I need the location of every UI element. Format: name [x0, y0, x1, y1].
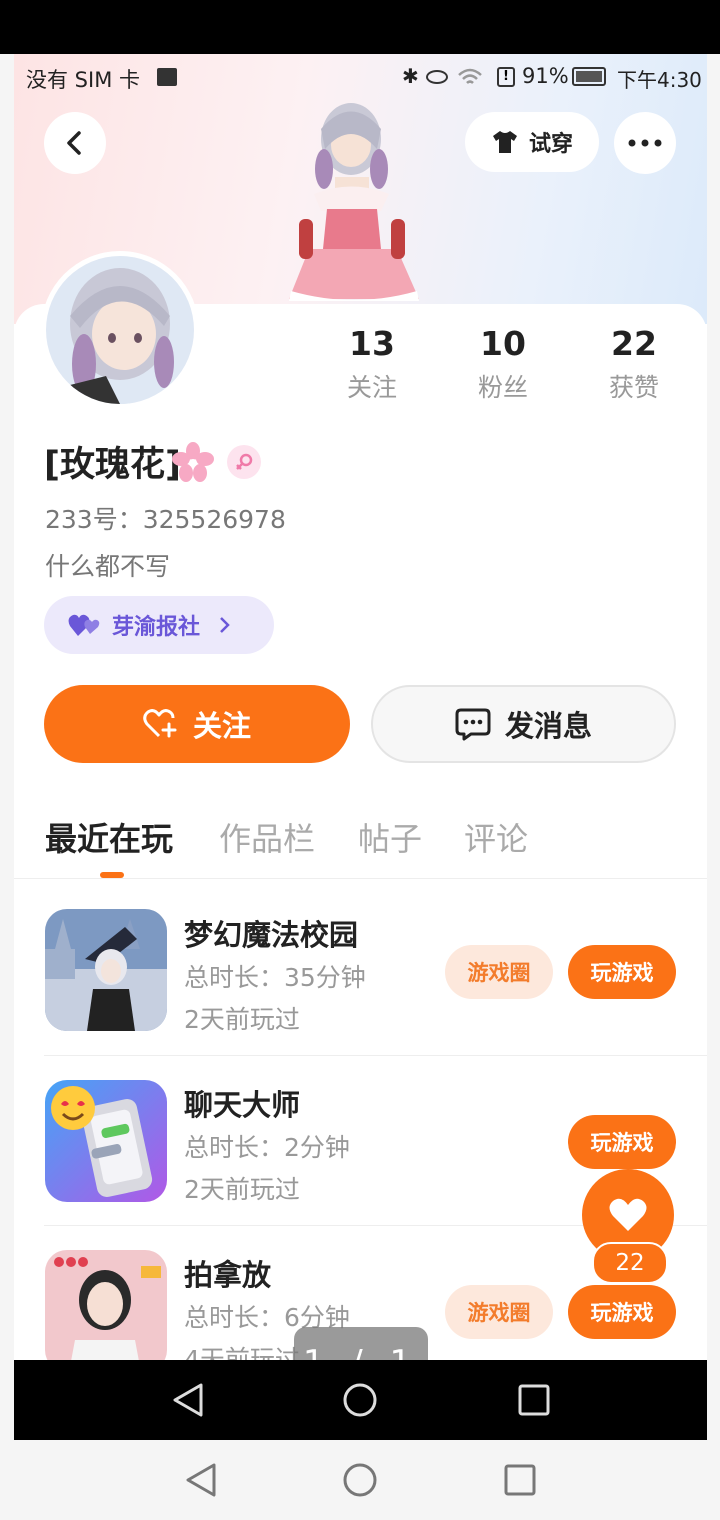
recents-square-icon[interactable] [503, 1463, 537, 1497]
game-title: 聊天大师 [184, 1088, 301, 1122]
battery-icon [572, 67, 606, 86]
chat-bubble-icon [455, 708, 491, 741]
avatar[interactable] [46, 256, 194, 404]
heart-plus-icon [143, 709, 177, 738]
game-last-played: 2天前玩过 [184, 1175, 300, 1204]
wifi-icon [458, 68, 482, 84]
more-button[interactable] [614, 112, 676, 174]
try-on-label: 试穿 [528, 132, 573, 157]
inner-navigation-bar [14, 1360, 707, 1440]
alert-icon: ! [497, 67, 515, 87]
eye-comfort-icon [426, 70, 448, 84]
like-count-badge: 22 [592, 1242, 668, 1284]
game-row[interactable]: 梦幻魔法校园 总时长：35分钟 2天前玩过 游戏圈 玩游戏 [44, 908, 707, 1078]
club-name: 芽渝报社 [112, 615, 201, 640]
female-gender-icon [227, 445, 261, 479]
game-title: 梦幻魔法校园 [184, 918, 359, 952]
app-screen: 没有 SIM 卡 ✱ ! 91% 下午4:30 试穿 13 关注 10 粉丝 2… [14, 54, 707, 1360]
back-triangle-icon[interactable] [184, 1462, 218, 1498]
top-black-bar [0, 0, 720, 54]
user-id: 233号：325526978 [45, 505, 286, 534]
fans-label[interactable]: 粉丝 [448, 368, 558, 404]
carrier-text: 没有 SIM 卡 [26, 68, 140, 92]
more-dots-icon [628, 139, 662, 147]
battery-percent: 91% [522, 64, 569, 88]
nav-home-icon[interactable] [342, 1382, 378, 1418]
game-title: 拍拿放 [184, 1258, 272, 1292]
double-heart-icon [68, 614, 100, 636]
nav-recents-icon[interactable] [517, 1383, 551, 1417]
fans-count[interactable]: 10 [448, 324, 558, 363]
home-circle-icon[interactable] [342, 1462, 378, 1498]
tab-comments[interactable]: 评论 [464, 814, 528, 860]
bluetooth-icon: ✱ [402, 64, 419, 88]
game-icon-chat-master [45, 1080, 167, 1202]
game-last-played: 4天前玩过 [184, 1345, 300, 1360]
character-avatar-figure [289, 103, 419, 301]
game-duration: 总时长：35分钟 [184, 963, 366, 992]
tab-divider [14, 878, 707, 879]
outer-navigation-bar [0, 1440, 720, 1520]
game-icon-magic-school [45, 909, 167, 1031]
send-message-button[interactable]: 发消息 [371, 685, 676, 763]
follow-button[interactable]: 关注 [44, 685, 350, 763]
likes-count: 22 [611, 324, 657, 363]
play-game-button[interactable]: 玩游戏 [568, 945, 676, 999]
avatar-image [46, 256, 194, 404]
likes-label: 获赞 [608, 373, 659, 402]
page-indicator: 1 / 1 [294, 1327, 428, 1360]
heart-icon [609, 1198, 647, 1231]
row-divider [44, 1055, 707, 1056]
club-chip[interactable]: 芽渝报社 [44, 596, 274, 654]
play-game-button[interactable]: 玩游戏 [568, 1285, 676, 1339]
following-label[interactable]: 关注 [317, 368, 427, 404]
follow-label: 关注 [192, 709, 251, 743]
image-notification-icon [157, 68, 177, 86]
play-game-button[interactable]: 玩游戏 [568, 1115, 676, 1169]
tab-works[interactable]: 作品栏 [219, 814, 315, 860]
game-circle-button[interactable]: 游戏圈 [445, 945, 553, 999]
chevron-right-icon [220, 617, 230, 633]
send-message-label: 发消息 [504, 709, 592, 743]
game-last-played: 2天前玩过 [184, 1005, 300, 1034]
try-on-button[interactable]: 试穿 [465, 112, 599, 172]
nav-back-icon[interactable] [171, 1382, 205, 1418]
nickname: [玫瑰花] [44, 445, 181, 485]
following-count[interactable]: 13 [317, 324, 427, 363]
back-button[interactable] [44, 112, 106, 174]
game-circle-button[interactable]: 游戏圈 [445, 1285, 553, 1339]
tab-posts[interactable]: 帖子 [358, 814, 422, 860]
game-icon-pick-place [45, 1250, 167, 1360]
tab-recently-played[interactable]: 最近在玩 [45, 814, 173, 860]
bio: 什么都不写 [45, 552, 171, 581]
sakura-icon [172, 442, 214, 482]
back-arrow-icon [67, 131, 81, 155]
clock: 下午4:30 [617, 68, 702, 92]
game-duration: 总时长：2分钟 [184, 1133, 350, 1162]
shirt-icon [492, 131, 517, 153]
